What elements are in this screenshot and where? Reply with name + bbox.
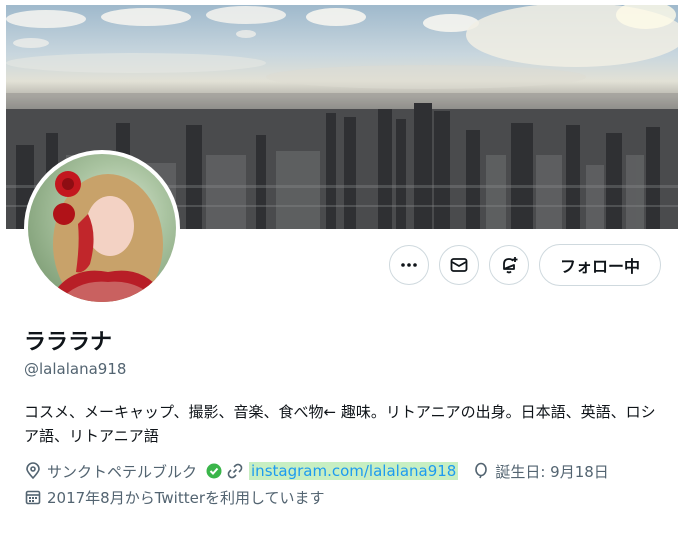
profile-website-link[interactable]: instagram.com/lalalana918 (249, 462, 459, 480)
check-badge-icon (205, 462, 223, 480)
profile-actions: フォロー中 (389, 244, 661, 286)
envelope-icon (450, 258, 468, 272)
location-pin-icon (24, 462, 42, 480)
balloon-icon (472, 462, 490, 480)
profile-joined-date: 2017年8月からTwitterを利用しています (47, 488, 325, 507)
display-name: ラララナ (24, 330, 113, 355)
bell-plus-icon (503, 257, 518, 274)
avatar-image (28, 154, 176, 302)
profile-location: サンクトペテルブルク (47, 462, 198, 481)
following-button[interactable]: フォロー中 (539, 244, 661, 286)
more-icon (401, 263, 417, 267)
message-button[interactable] (439, 245, 479, 285)
profile-joined-row: 2017年8月からTwitterを利用しています (24, 486, 325, 508)
more-button[interactable] (389, 245, 429, 285)
avatar[interactable] (24, 150, 180, 306)
profile-bio: コスメ、メーキャップ、撮影、音楽、食べ物← 趣味。リトアニアの出身。日本語、英語… (24, 403, 656, 445)
user-handle: @lalalana918 (24, 360, 127, 378)
notify-button[interactable] (489, 245, 529, 285)
link-icon (226, 462, 244, 480)
calendar-icon (24, 488, 42, 506)
profile-birthday: 誕生日: 9月18日 (495, 462, 609, 481)
profile-meta: サンクトペテルブルク instagram.com/lalalana918 誕生日… (24, 460, 609, 482)
